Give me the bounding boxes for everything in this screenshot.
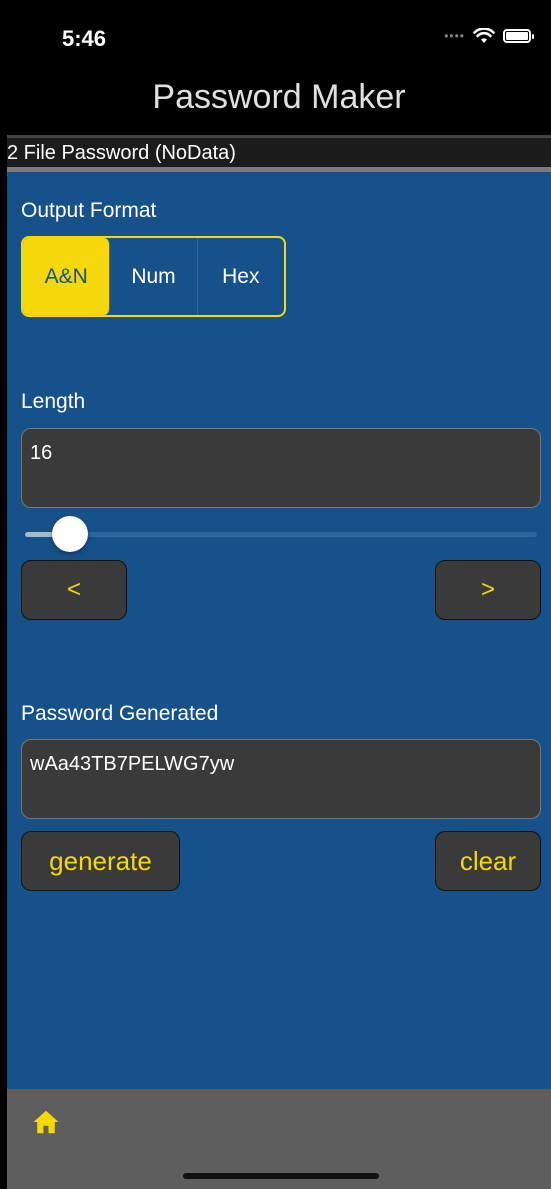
decrease-length-button[interactable]: < — [21, 560, 127, 620]
status-time: 5:46 — [62, 26, 107, 51]
segment-numeric[interactable]: Num — [110, 238, 198, 315]
output-format-label: Output Format — [21, 199, 157, 222]
file-label: 2 File Password (NoData) — [7, 142, 236, 164]
file-bar: 2 File Password (NoData) — [7, 135, 551, 172]
home-indicator — [183, 1173, 379, 1179]
segment-alphanumeric[interactable]: A&N — [23, 238, 111, 315]
battery-icon — [503, 29, 534, 43]
length-slider[interactable] — [25, 516, 537, 552]
page-title: Password Maker — [152, 78, 406, 116]
generate-button[interactable]: generate — [21, 831, 180, 891]
segment-hex[interactable]: Hex — [198, 238, 284, 315]
slider-thumb[interactable] — [51, 516, 88, 552]
status-icons: •••• — [444, 28, 534, 44]
tab-bar — [7, 1089, 551, 1189]
length-label: Length — [21, 390, 86, 413]
app-frame: 5:46 •••• Password Maker 2 File Password… — [7, 0, 551, 1189]
main-content: Output Format A&N Num Hex Length 16 < > … — [7, 172, 551, 1089]
status-bar: 5:46 •••• — [7, 0, 551, 70]
wifi-icon — [473, 28, 495, 43]
increase-length-button[interactable]: > — [435, 560, 541, 620]
length-field[interactable]: 16 — [21, 428, 541, 508]
password-generated-label: Password Generated — [21, 702, 219, 725]
password-field[interactable]: wAa43TB7PELWG7yw — [21, 739, 541, 819]
clear-button[interactable]: clear — [435, 831, 541, 891]
home-icon[interactable] — [31, 1107, 61, 1137]
signal-icon: •••• — [444, 29, 465, 43]
output-format-segmented-control: A&N Num Hex — [21, 236, 286, 317]
